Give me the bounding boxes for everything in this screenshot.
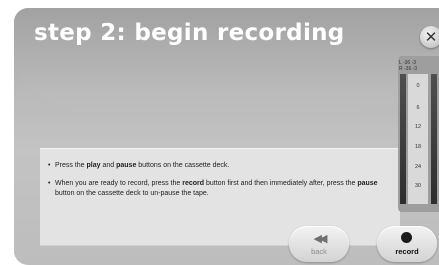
instruction-emphasis: pause [357, 180, 378, 188]
back-button[interactable]: ◀◀ back [289, 226, 349, 262]
instruction-emphasis: record [182, 180, 205, 188]
meter-bar-right [431, 74, 437, 204]
meter-header: L -36 -3 R -36 -3 [399, 60, 439, 72]
meter-mark: 12 [414, 124, 422, 130]
instruction-item: When you are ready to record, press the … [48, 179, 388, 198]
meter-mark: 18 [414, 144, 422, 150]
close-button[interactable]: ✕ [420, 26, 439, 48]
instruction-text: and [100, 162, 117, 169]
wizard-panel: step 2: begin recording ✕ Press the play… [14, 8, 439, 265]
meter-mark: 24 [414, 164, 422, 170]
meter-mark: 30 [414, 183, 422, 189]
instruction-text: button on the cassette deck to un-pause … [55, 189, 209, 197]
meter-bar-left [400, 74, 406, 204]
instruction-text: Press the [55, 162, 87, 169]
instruction-emphasis: play [86, 162, 101, 169]
meter-header-right: R -36 -3 [399, 66, 418, 72]
vu-meter: L -36 -3 R -36 -3 0 6 12 18 24 30 [398, 56, 439, 212]
instruction-emphasis: pause [116, 162, 137, 169]
instruction-text: buttons on the cassette deck. [136, 162, 230, 169]
record-button[interactable]: record [377, 226, 437, 262]
rewind-icon: ◀◀ [313, 233, 328, 245]
back-label: back [311, 247, 327, 256]
instruction-item: Press the play and pause buttons on the … [48, 161, 388, 171]
record-label: record [395, 247, 419, 256]
close-icon: ✕ [424, 28, 438, 46]
meter-mark: 0 [416, 83, 420, 89]
meter-scale: 0 6 12 18 24 30 [408, 74, 428, 204]
instruction-text: button first and then immediately after,… [204, 180, 358, 188]
instruction-text: When you are ready to record, press the [55, 180, 183, 188]
step-title: step 2: begin recording [34, 20, 345, 46]
instructions-list: Press the play and pause buttons on the … [48, 161, 388, 207]
meter-mark: 6 [416, 105, 420, 111]
record-dot-icon [401, 232, 412, 243]
